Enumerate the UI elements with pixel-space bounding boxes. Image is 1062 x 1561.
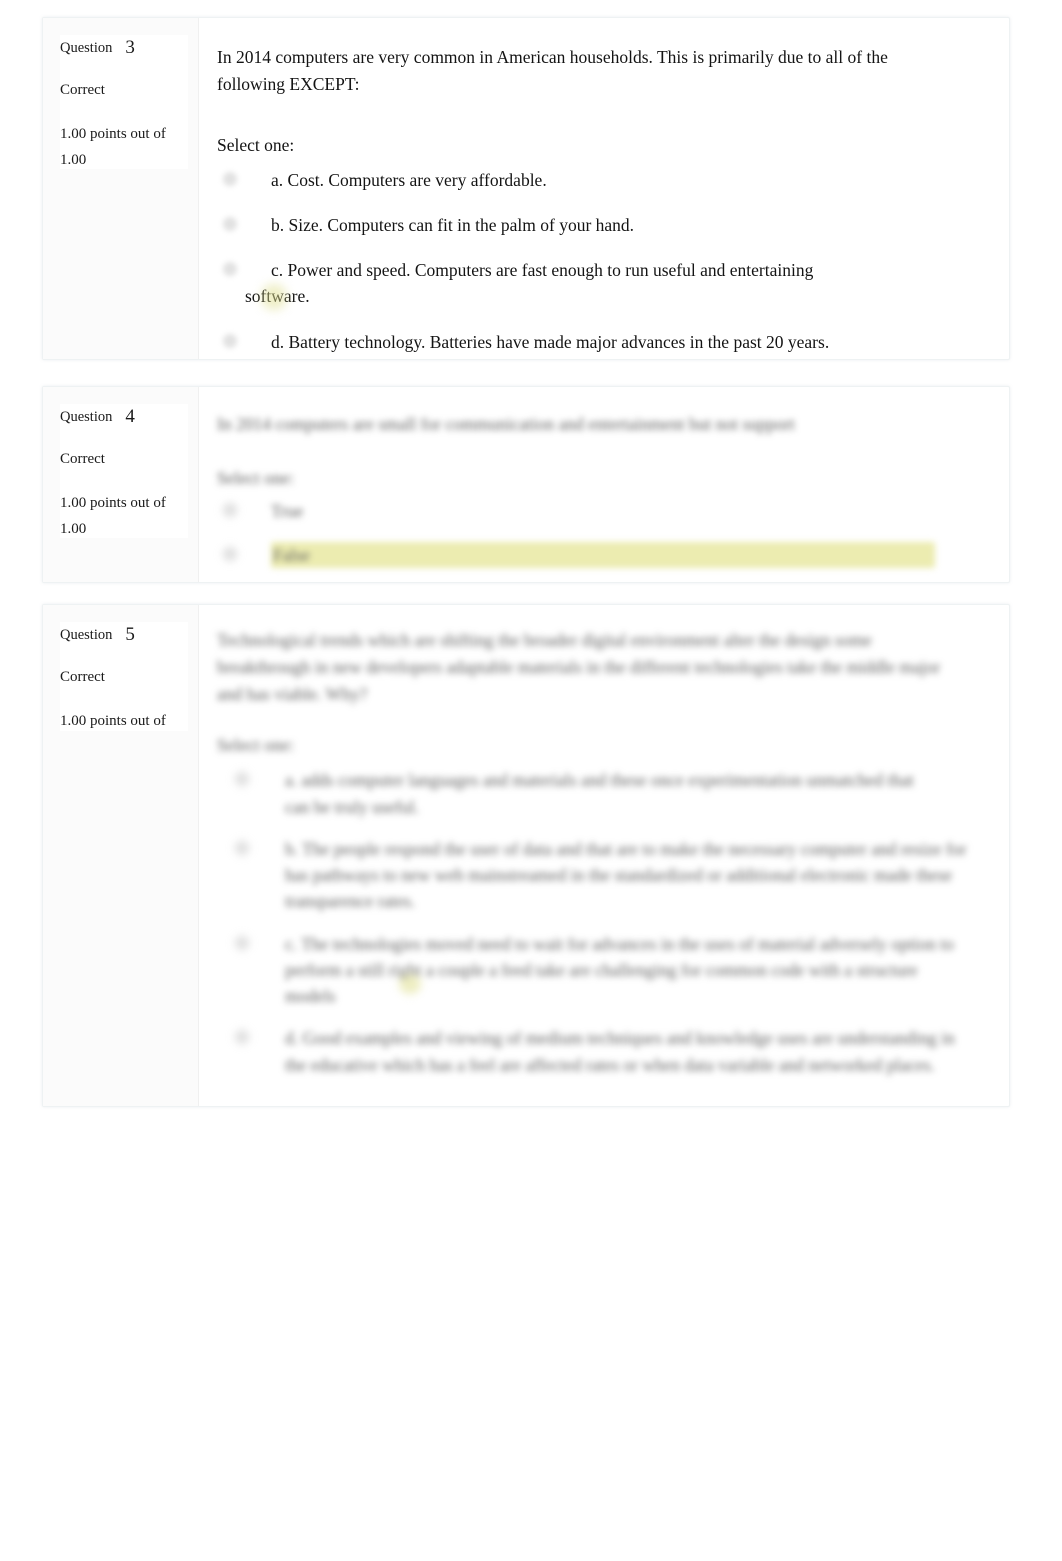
answer-option-c-5[interactable]: c. The technologies moved need to wait f… (217, 931, 969, 1010)
answer-label-a-4: True (271, 500, 304, 521)
question-content-4: In 2014 computers are small for communic… (199, 387, 1009, 582)
question-info-box-3: Question 3 Correct 1.00 points out of 1.0… (60, 35, 188, 169)
answer-list-3: a. Cost. Computers are very affordable. … (217, 167, 969, 355)
radio-icon-d-5[interactable] (235, 1030, 249, 1045)
answer-label-c-3: c. Power and speed. Computers are fast e… (271, 260, 814, 281)
radio-icon-a-3[interactable] (223, 171, 237, 186)
question-grade-4: 1.00 points out of 1.00 (60, 494, 166, 538)
radio-icon-b-3[interactable] (223, 216, 237, 231)
question-grade-5: 1.00 points out of (60, 712, 166, 729)
radio-icon-c-3[interactable] (223, 262, 237, 277)
answer-option-d-5[interactable]: d. Good examples and viewing of medium t… (217, 1025, 969, 1078)
select-one-prompt-4: Select one: (217, 467, 295, 488)
answer-label-a-5: a. adds computer languages and materials… (285, 770, 914, 817)
radio-icon-c-5[interactable] (235, 935, 249, 950)
question-card-4: Question 4 Correct 1.00 points out of 1.0… (42, 386, 1010, 583)
radio-icon-a-5[interactable] (235, 772, 249, 787)
question-card-5: Question 5 Correct 1.00 points out of Tec… (42, 604, 1010, 1107)
question-label-3: Question (60, 40, 113, 56)
question-state-3: Correct (60, 81, 105, 98)
answer-option-c-3[interactable]: c. Power and speed. Computers are fast e… (217, 257, 969, 310)
radio-icon-a-4[interactable] (223, 502, 237, 517)
answer-label-b-5: b. The people respond the user of data a… (285, 838, 967, 912)
question-number-line-5: Question 5 (60, 622, 188, 647)
question-stem-5: Technological trends which are shifting … (217, 630, 941, 704)
select-one-prompt-5: Select one: (217, 735, 295, 756)
question-grade-3: 1.00 points out of 1.00 (60, 125, 166, 169)
answer-label-c-continuation-3: software. (245, 283, 905, 309)
radio-icon-d-3[interactable] (223, 333, 237, 348)
answer-label-d-5: d. Good examples and viewing of medium t… (285, 1028, 955, 1075)
answer-option-a-3[interactable]: a. Cost. Computers are very affordable. (217, 167, 969, 193)
question-info-panel-5: Question 5 Correct 1.00 points out of (43, 605, 199, 1106)
question-number-3: 3 (125, 37, 135, 58)
answer-label-a-3: a. Cost. Computers are very affordable. (271, 169, 547, 190)
answer-list-4: True False (217, 498, 969, 569)
answer-option-b-4[interactable]: False (217, 542, 969, 569)
question-stem-3: In 2014 computers are very common in Ame… (217, 47, 888, 94)
question-info-box-5: Question 5 Correct 1.00 points out of (60, 622, 188, 731)
question-info-panel-3: Question 3 Correct 1.00 points out of 1.0… (43, 18, 199, 359)
question-number-line-3: Question 3 (60, 35, 188, 60)
question-label-5: Question (60, 627, 113, 643)
answer-label-b-4: False (271, 542, 935, 569)
correct-answer-marker-icon-3 (261, 283, 287, 310)
answer-option-b-3[interactable]: b. Size. Computers can fit in the palm o… (217, 212, 969, 238)
question-number-line-4: Question 4 (60, 404, 188, 429)
quiz-review-page: Question 3 Correct 1.00 points out of 1.0… (0, 0, 1062, 1561)
question-state-5: Correct (60, 668, 105, 685)
answer-label-d-3: d. Battery technology. Batteries have ma… (271, 331, 830, 352)
question-stem-4: In 2014 computers are small for communic… (217, 414, 795, 434)
radio-icon-b-4[interactable] (223, 547, 237, 562)
radio-icon-b-5[interactable] (235, 840, 249, 855)
answer-option-a-5[interactable]: a. adds computer languages and materials… (217, 767, 969, 820)
answer-label-c-5: c. The technologies moved need to wait f… (285, 933, 954, 1007)
question-info-panel-4: Question 4 Correct 1.00 points out of 1.0… (43, 387, 199, 582)
answer-option-d-3[interactable]: d. Battery technology. Batteries have ma… (217, 329, 969, 355)
question-state-4: Correct (60, 450, 105, 467)
question-content-5: Technological trends which are shifting … (199, 605, 1009, 1106)
answer-list-5: a. adds computer languages and materials… (217, 767, 969, 1078)
question-number-5: 5 (125, 624, 135, 645)
question-info-box-4: Question 4 Correct 1.00 points out of 1.0… (60, 404, 188, 538)
select-one-prompt-3: Select one: (217, 134, 295, 155)
answer-option-b-5[interactable]: b. The people respond the user of data a… (217, 836, 969, 915)
question-card-3: Question 3 Correct 1.00 points out of 1.0… (42, 17, 1010, 360)
question-label-4: Question (60, 409, 113, 425)
answer-option-a-4[interactable]: True (217, 498, 969, 524)
question-content-3: In 2014 computers are very common in Ame… (199, 18, 1009, 359)
question-number-4: 4 (125, 406, 135, 427)
answer-label-b-3: b. Size. Computers can fit in the palm o… (271, 214, 635, 235)
